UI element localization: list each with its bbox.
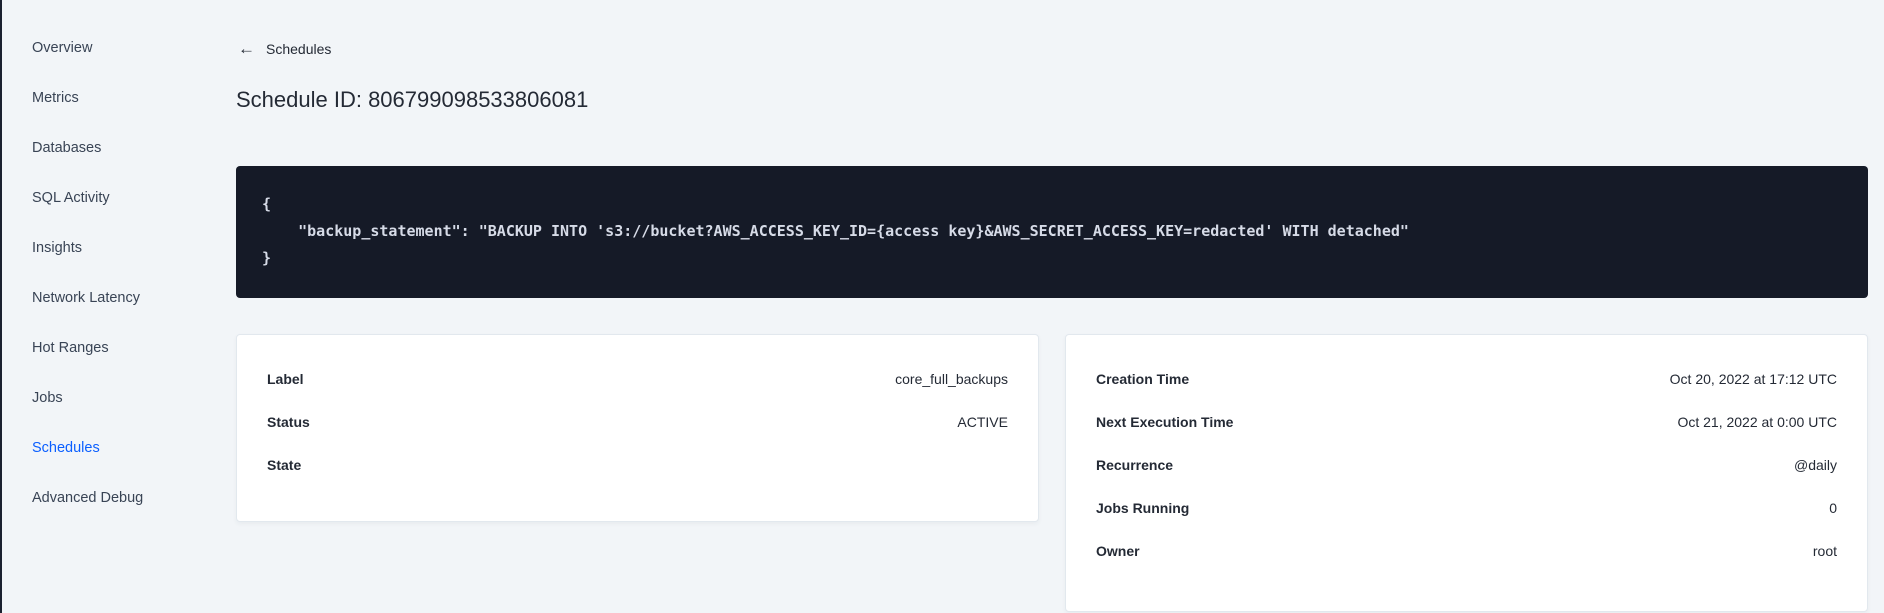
detail-label: Next Execution Time xyxy=(1096,413,1234,430)
back-to-schedules-link[interactable]: ← Schedules xyxy=(238,40,331,57)
detail-row-label: Label core_full_backups xyxy=(267,357,1008,400)
page-title: Schedule ID: 806799098533806081 xyxy=(236,87,589,112)
sidebar-item-metrics[interactable]: Metrics xyxy=(0,73,236,123)
back-arrow-icon: ← xyxy=(238,39,255,58)
detail-row-owner: Owner root xyxy=(1096,529,1837,572)
detail-value: @daily xyxy=(1793,456,1837,473)
detail-row-state: State xyxy=(267,443,1008,486)
detail-value: ACTIVE xyxy=(957,413,1008,430)
detail-label: Label xyxy=(267,370,304,387)
sidebar-item-hot-ranges[interactable]: Hot Ranges xyxy=(0,323,236,373)
detail-value: 0 xyxy=(1829,499,1837,516)
detail-value: root xyxy=(1812,542,1837,559)
sidebar-item-sql-activity[interactable]: SQL Activity xyxy=(0,173,236,223)
main-content: ← Schedules Schedule ID: 806799098533806… xyxy=(236,0,1884,613)
detail-label: Creation Time xyxy=(1096,370,1190,387)
detail-label: Jobs Running xyxy=(1096,499,1190,516)
detail-label: State xyxy=(267,456,302,473)
sidebar-item-advanced-debug[interactable]: Advanced Debug xyxy=(0,473,236,523)
detail-value: Oct 20, 2022 at 17:12 UTC xyxy=(1669,370,1837,387)
schedule-timing-card: Creation Time Oct 20, 2022 at 17:12 UTC Ne… xyxy=(1065,334,1868,612)
sidebar-item-databases[interactable]: Databases xyxy=(0,123,236,173)
detail-label: Owner xyxy=(1096,542,1140,559)
sidebar-item-jobs[interactable]: Jobs xyxy=(0,373,236,423)
window-left-edge xyxy=(0,0,2,613)
sidebar-item-schedules[interactable]: Schedules xyxy=(0,423,236,473)
detail-row-status: Status ACTIVE xyxy=(267,400,1008,443)
sidebar-item-overview[interactable]: Overview xyxy=(0,23,236,73)
sidebar-item-insights[interactable]: Insights xyxy=(0,223,236,273)
detail-row-jobs-running: Jobs Running 0 xyxy=(1096,486,1837,529)
detail-label: Recurrence xyxy=(1096,456,1174,473)
back-link-label: Schedules xyxy=(266,40,332,57)
schedule-statement-code-block: { "backup_statement": "BACKUP INTO 's3:/… xyxy=(236,166,1868,298)
sidebar-nav: Overview Metrics Databases SQL Activity Insi… xyxy=(0,0,236,613)
detail-value: core_full_backups xyxy=(895,370,1008,387)
sidebar-item-network-latency[interactable]: Network Latency xyxy=(0,273,236,323)
detail-row-recurrence: Recurrence @daily xyxy=(1096,443,1837,486)
schedule-summary-card: Label core_full_backups Status ACTIVE State xyxy=(236,334,1039,522)
detail-label: Status xyxy=(267,413,310,430)
detail-row-next-execution-time: Next Execution Time Oct 21, 2022 at 0:00 … xyxy=(1096,400,1837,443)
detail-cards-row: Label core_full_backups Status ACTIVE State … xyxy=(236,334,1868,612)
detail-value: Oct 21, 2022 at 0:00 UTC xyxy=(1677,413,1837,430)
detail-row-creation-time: Creation Time Oct 20, 2022 at 17:12 UTC xyxy=(1096,357,1837,400)
